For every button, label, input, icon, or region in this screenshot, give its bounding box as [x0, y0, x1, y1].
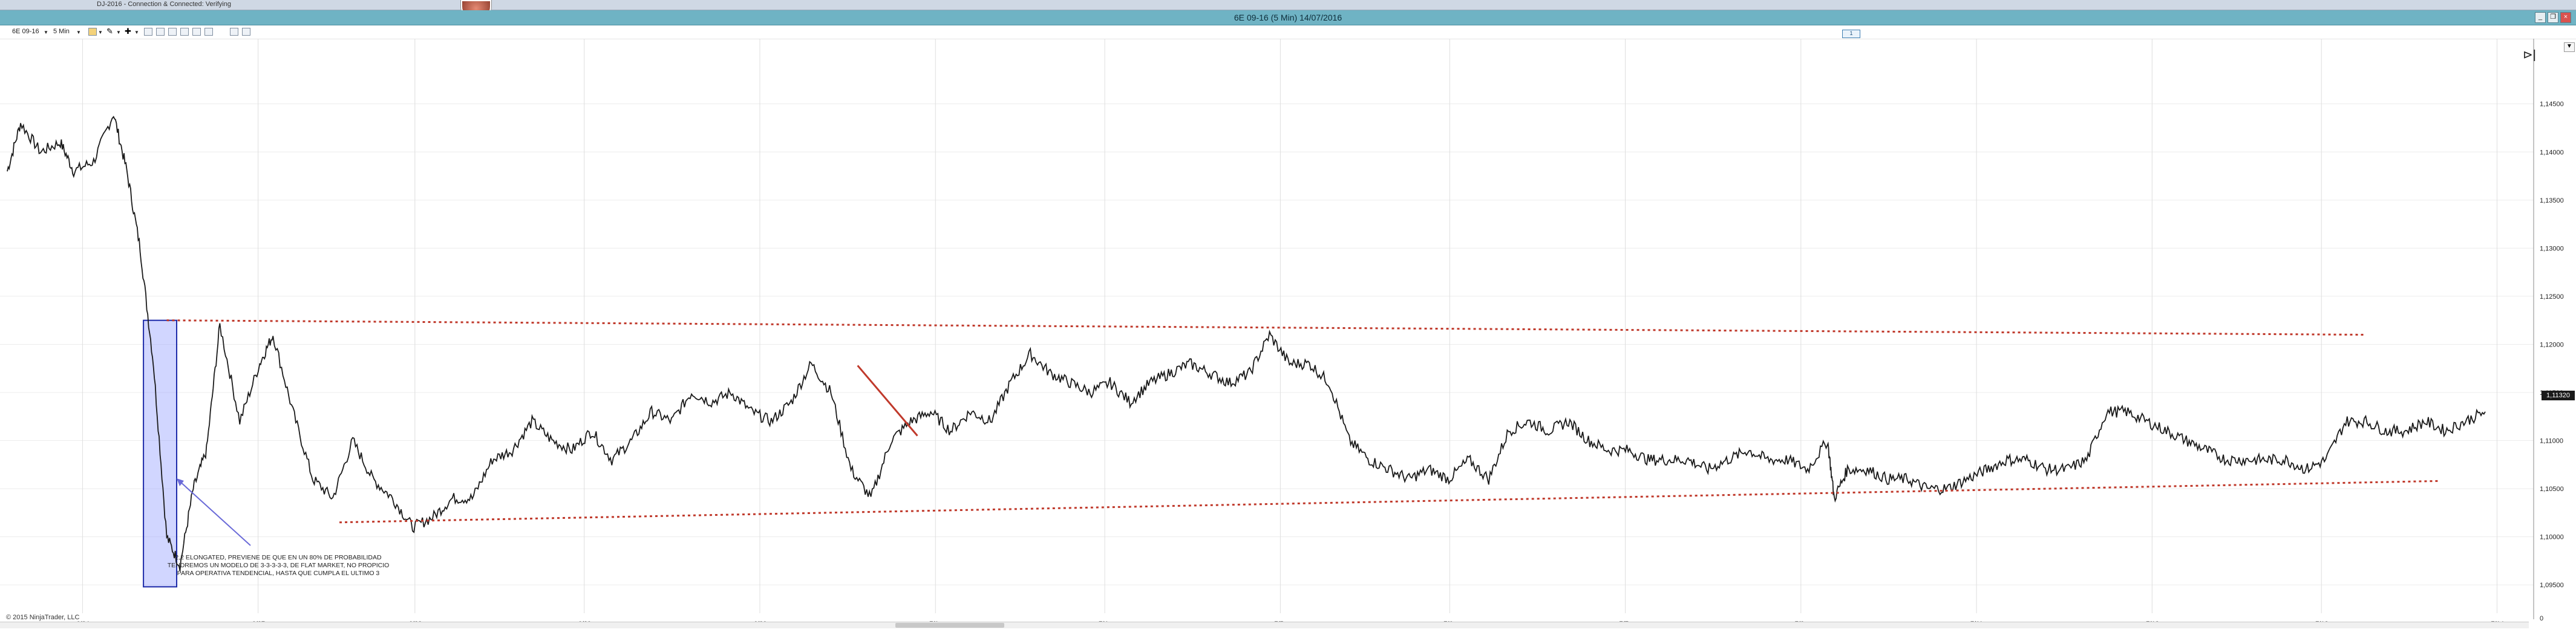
price-tick-label: 1,11000 [2540, 438, 2563, 445]
chart-title: 6E 09-16 (5 Min) 14/07/2016 [1234, 13, 1342, 22]
zoom-out-icon[interactable] [156, 28, 165, 36]
price-tick-label: 1,10500 [2540, 486, 2564, 493]
price-tick-label: 1,12000 [2540, 341, 2564, 348]
price-axis: 1,14500 1,14000 1,13500 1,13000 1,12500 1,120… [2540, 101, 2564, 622]
price-chart[interactable]: 1,14500 1,14000 1,13500 1,13000 1,12500 1,120… [0, 39, 2576, 622]
upper-trendline[interactable] [166, 319, 2366, 336]
zoom-in-icon[interactable] [144, 28, 152, 36]
chevron-down-icon[interactable]: ▼ [44, 30, 48, 35]
price-tick-label: 1,14500 [2540, 101, 2564, 108]
price-tick-label: 1,10000 [2540, 534, 2564, 541]
data-box-icon[interactable] [242, 28, 250, 36]
chevron-down-icon[interactable]: ▼ [116, 30, 121, 35]
interval-selector[interactable]: 5 Min [53, 28, 70, 35]
draw-pencil-icon[interactable]: ✎ [106, 27, 115, 36]
properties-icon[interactable] [168, 28, 177, 36]
chart-window-title-bar[interactable]: 6E 09-16 (5 Min) 14/07/2016 _ ❐ × [0, 10, 2576, 25]
chart-grid [0, 39, 2534, 613]
chart-trader-icon[interactable] [230, 28, 238, 36]
templates-icon[interactable] [204, 28, 213, 36]
app-title-text: DJ-2016 - Connection & Connected: Verify… [97, 1, 231, 8]
price-series-line [7, 116, 2486, 571]
indicators-icon[interactable] [180, 28, 189, 36]
short-trendline[interactable] [857, 365, 918, 437]
current-price-tag: 1,11320 [2542, 391, 2575, 400]
chevron-down-icon[interactable]: ▼ [98, 30, 103, 35]
app-title-bar: DJ-2016 - Connection & Connected: Verify… [0, 0, 2576, 21]
price-tick-label: 1,14000 [2540, 149, 2564, 156]
price-tick-label: 1,12500 [2540, 293, 2564, 301]
annotation-text: 2,2 ELONGATED, PREVIENE DE QUE EN UN 80%… [167, 554, 390, 577]
crosshair-icon[interactable]: ✚ [125, 27, 133, 36]
minimize-button[interactable]: _ [2535, 12, 2546, 23]
panel-badge[interactable]: 1 [1842, 30, 1860, 38]
scrollbar-thumb[interactable] [895, 623, 1004, 628]
price-tick-label: 1,13500 [2540, 197, 2564, 204]
bar-type-icon[interactable] [88, 28, 97, 36]
price-tick-label: 0 [2540, 615, 2543, 622]
copyright-text: © 2015 NinjaTrader, LLC [6, 614, 80, 621]
lower-trendline[interactable] [339, 480, 2439, 524]
window-controls: _ ❐ × [2535, 12, 2571, 23]
horizontal-scrollbar[interactable] [0, 622, 2529, 628]
price-tick-label: 1,13000 [2540, 245, 2564, 252]
chart-toolbar: 6E 09-16 ▼ 5 Min ▼ ▼ ✎ ▼ ✚ ▼ [0, 25, 2576, 39]
instrument-selector[interactable]: 6E 09-16 [12, 28, 39, 35]
price-tick-label: 1,09500 [2540, 582, 2564, 589]
chevron-down-icon[interactable]: ▼ [134, 30, 139, 35]
restore-button[interactable]: ❐ [2548, 12, 2558, 23]
chevron-down-icon[interactable]: ▼ [76, 30, 81, 35]
close-button[interactable]: × [2560, 12, 2571, 23]
strategies-icon[interactable] [192, 28, 201, 36]
